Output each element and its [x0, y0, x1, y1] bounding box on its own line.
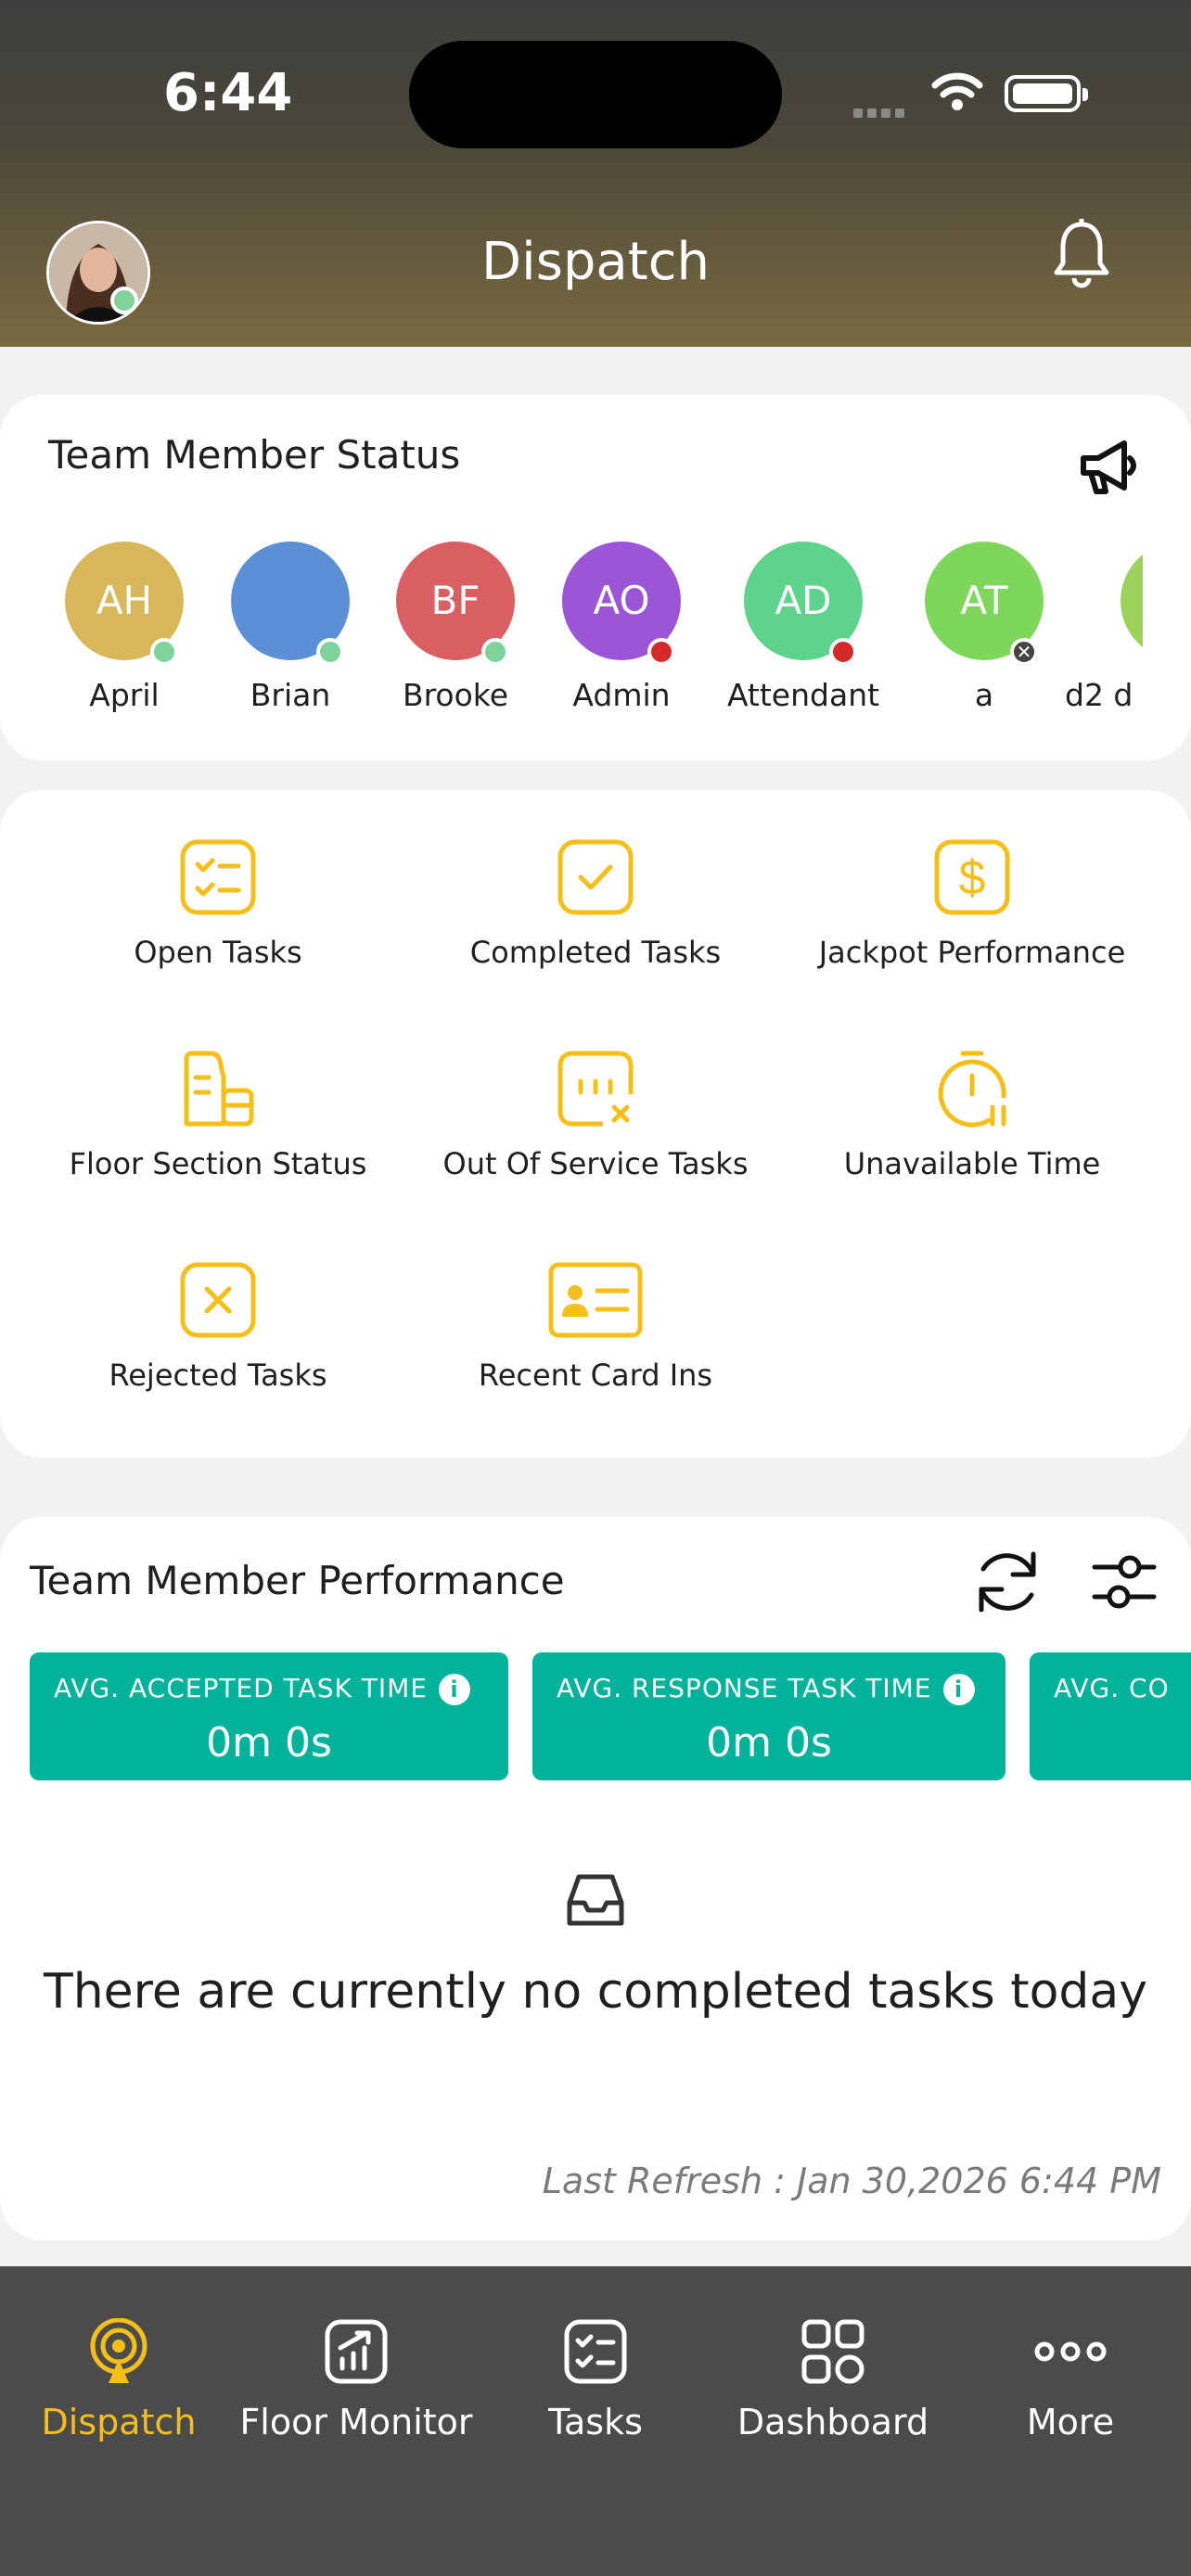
check-square-icon [557, 839, 634, 915]
page-title: Dispatch [481, 232, 710, 292]
dashboard-icon [801, 2319, 864, 2384]
metric-value: 0m 0s [206, 1719, 332, 1766]
member-name: Brooke [402, 677, 509, 713]
floor-monitor-icon [325, 2319, 388, 2384]
tasks-icon [564, 2319, 627, 2384]
status-dot [829, 638, 857, 666]
open-tasks-tile[interactable]: Open Tasks [23, 838, 413, 970]
member-name: April [89, 677, 160, 713]
metric-value: 0m 0s [706, 1719, 832, 1766]
tile-label: Floor Section Status [69, 1146, 367, 1181]
bell-icon[interactable] [1052, 219, 1111, 289]
completed-tasks-tile[interactable]: Completed Tasks [401, 838, 790, 970]
refresh-icon[interactable] [972, 1547, 1043, 1617]
tab-dashboard[interactable]: Dashboard [714, 2318, 952, 2442]
team-member-brian[interactable]: Brian [211, 542, 369, 713]
member-name: Admin [572, 677, 671, 713]
dispatch-icon [90, 2318, 147, 2383]
status-dot [150, 638, 178, 666]
floor-section-icon [184, 1051, 254, 1127]
metric-label: AVG. CO [1054, 1673, 1170, 1703]
tile-label: Recent Card Ins [478, 1358, 713, 1393]
team-member-brooke[interactable]: BF Brooke [377, 542, 534, 713]
unavailable-time-tile[interactable]: Unavailable Time [777, 1050, 1167, 1181]
member-avatar: AD [744, 542, 863, 666]
dollar-icon: $ [934, 839, 1010, 915]
empty-state-message: There are currently no completed tasks t… [43, 1964, 1148, 2020]
inbox-icon [567, 1874, 624, 1926]
battery-icon [1005, 75, 1088, 112]
info-icon[interactable]: i [438, 1674, 470, 1705]
checklist-icon [180, 839, 256, 915]
member-avatar [1121, 542, 1143, 660]
tile-label: Jackpot Performance [818, 935, 1126, 970]
megaphone-icon[interactable] [1076, 438, 1141, 497]
recent-card-ins-tile[interactable]: Recent Card Ins [401, 1261, 790, 1393]
more-icon [1034, 2341, 1107, 2362]
metric-card-response: AVG. RESPONSE TASK TIME i 0m 0s [532, 1652, 1005, 1780]
dynamic-island [409, 41, 782, 148]
rejected-tasks-tile[interactable]: Rejected Tasks [23, 1261, 413, 1393]
timer-pause-icon [938, 1051, 1006, 1128]
metric-card-accepted: AVG. ACCEPTED TASK TIME i 0m 0s [30, 1652, 508, 1780]
member-avatar: AO [562, 542, 681, 666]
out-of-service-icon [557, 1051, 634, 1127]
last-refresh-text: Last Refresh : Jan 30,2026 6:44 PM [542, 2161, 1161, 2201]
member-avatar: AH [65, 542, 184, 666]
member-name: Attendant [726, 677, 880, 713]
tile-label: Out Of Service Tasks [442, 1146, 749, 1181]
tile-label: Rejected Tasks [109, 1358, 327, 1393]
team-member-admin[interactable]: AO Admin [543, 542, 700, 713]
member-avatar: AT ✕ [925, 542, 1044, 666]
x-square-icon [180, 1262, 256, 1338]
out-of-service-tasks-tile[interactable]: Out Of Service Tasks [401, 1050, 790, 1181]
member-name: d2 d [1065, 677, 1133, 713]
team-member-d2[interactable]: d2 d [1065, 542, 1143, 713]
tab-label: More [1026, 2402, 1115, 2442]
floor-section-status-tile[interactable]: Floor Section Status [23, 1050, 413, 1181]
status-dot [481, 638, 509, 666]
jackpot-performance-tile[interactable]: $ Jackpot Performance [777, 838, 1167, 970]
wifi-icon [931, 72, 983, 110]
id-card-icon [548, 1262, 643, 1338]
svg-text:$: $ [959, 851, 986, 905]
metric-label: AVG. ACCEPTED TASK TIME [54, 1673, 428, 1703]
team-member-april[interactable]: AH April [45, 542, 203, 713]
member-avatar: BF [396, 542, 515, 666]
metric-label: AVG. RESPONSE TASK TIME [557, 1673, 932, 1703]
tab-label: Floor Monitor [239, 2402, 473, 2442]
status-dot [647, 638, 675, 666]
metric-card-completed: AVG. CO [1030, 1652, 1191, 1780]
tile-label: Open Tasks [134, 935, 302, 970]
tab-label: Tasks [548, 2402, 643, 2442]
cellular-signal-icon [853, 104, 909, 121]
status-time: 6:44 [163, 63, 293, 123]
member-name: a [974, 677, 994, 713]
tab-label: Dashboard [736, 2402, 929, 2442]
offline-x-icon: ✕ [1010, 638, 1038, 666]
team-status-title: Team Member Status [48, 432, 461, 478]
tile-label: Completed Tasks [469, 935, 722, 970]
tab-label: Dispatch [41, 2402, 197, 2442]
member-name: Brian [250, 677, 331, 713]
tile-label: Unavailable Time [843, 1146, 1101, 1181]
filter-sliders-icon[interactable] [1091, 1547, 1158, 1617]
tab-floor-monitor[interactable]: Floor Monitor [237, 2318, 475, 2442]
member-avatar [231, 542, 350, 666]
performance-title: Team Member Performance [30, 1558, 565, 1603]
team-member-attendant[interactable]: AD Attendant [724, 542, 882, 713]
tab-more[interactable]: More [952, 2318, 1189, 2442]
tab-tasks[interactable]: Tasks [477, 2318, 714, 2442]
info-icon[interactable]: i [942, 1674, 975, 1705]
team-member-a[interactable]: AT ✕ a [905, 542, 1063, 713]
status-dot [316, 638, 344, 666]
tab-dispatch[interactable]: Dispatch [0, 2318, 237, 2442]
